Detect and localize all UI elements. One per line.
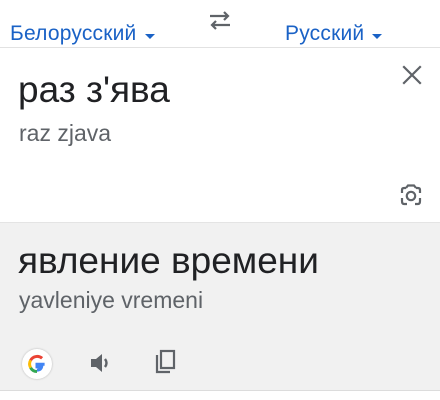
target-language-label: Русский bbox=[285, 22, 365, 45]
source-panel: раз з'ява raz zjava bbox=[0, 48, 440, 222]
translation-text: явление времени bbox=[18, 240, 319, 281]
target-language-selector[interactable]: Русский bbox=[285, 20, 383, 48]
bottom-divider bbox=[0, 390, 440, 400]
caret-down-icon bbox=[144, 33, 155, 39]
copy-icon[interactable] bbox=[153, 349, 177, 375]
google-logo-icon bbox=[28, 354, 45, 373]
translation-transliteration: yavleniye vremeni bbox=[19, 287, 204, 313]
camera-icon[interactable] bbox=[398, 183, 424, 207]
language-bar: Белорусский Русский bbox=[0, 0, 440, 48]
caret-down-icon bbox=[372, 33, 383, 39]
speaker-icon[interactable] bbox=[88, 350, 114, 376]
source-language-selector[interactable]: Белорусский bbox=[10, 20, 155, 48]
close-icon[interactable] bbox=[401, 64, 423, 86]
source-input-text[interactable]: раз з'ява bbox=[18, 68, 170, 112]
swap-arrows-icon[interactable] bbox=[206, 8, 234, 32]
result-panel: явление времени yavleniye vremeni bbox=[0, 222, 440, 390]
source-language-label: Белорусский bbox=[10, 22, 137, 45]
source-transliteration: raz zjava bbox=[19, 120, 112, 146]
google-search-button[interactable] bbox=[22, 349, 52, 379]
